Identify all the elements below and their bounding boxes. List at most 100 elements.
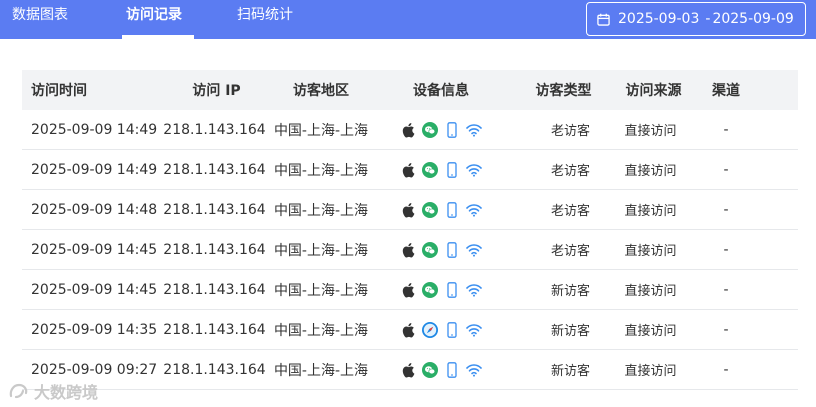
table-row: 2025-09-09 09:27 218.1.143.164 中国-上海-上海 新访客… bbox=[22, 350, 798, 390]
cell-visit-source: 直接访问 bbox=[624, 204, 677, 219]
table-row: 2025-09-09 14:49 218.1.143.164 中国-上海-上海 老访客… bbox=[22, 150, 798, 190]
header-visit-time: 访问时间 bbox=[31, 83, 87, 99]
tab-scan-stats[interactable]: 扫码统计 bbox=[237, 0, 293, 39]
wifi-icon bbox=[466, 242, 482, 258]
table-row: 2025-09-09 14:35 218.1.143.164 中国-上海-上海 新访客… bbox=[22, 310, 798, 350]
cell-visit-ip: 218.1.143.164 bbox=[163, 281, 266, 298]
cell-channel: - bbox=[723, 361, 729, 378]
phone-icon bbox=[444, 241, 460, 258]
active-tab-indicator bbox=[122, 35, 194, 39]
cell-device-info bbox=[374, 361, 508, 378]
cell-device-info bbox=[374, 161, 508, 178]
cell-visit-source: 直接访问 bbox=[624, 124, 677, 139]
phone-icon bbox=[444, 121, 460, 138]
cell-visit-time: 2025-09-09 14:35 bbox=[31, 321, 158, 338]
cell-visit-ip: 218.1.143.164 bbox=[163, 241, 266, 258]
phone-icon bbox=[444, 361, 460, 378]
wifi-icon bbox=[466, 282, 482, 298]
wifi-icon bbox=[466, 162, 482, 178]
cell-device-info bbox=[374, 281, 508, 298]
cell-visit-ip: 218.1.143.164 bbox=[163, 201, 266, 218]
cell-visitor-type: 老访客 bbox=[550, 244, 590, 259]
table-row: 2025-09-09 14:49 218.1.143.164 中国-上海-上海 老访客… bbox=[22, 110, 798, 150]
cell-visitor-type: 新访客 bbox=[550, 364, 590, 379]
cell-visit-time: 2025-09-09 14:45 bbox=[31, 241, 158, 258]
apple-icon bbox=[400, 322, 416, 338]
wifi-icon bbox=[466, 122, 482, 138]
header-visitor-region: 访客地区 bbox=[293, 83, 349, 99]
apple-icon bbox=[400, 202, 416, 218]
cell-visitor-type: 新访客 bbox=[550, 284, 590, 299]
phone-icon bbox=[444, 201, 460, 218]
date-range-separator: - bbox=[705, 11, 711, 27]
wechat-icon bbox=[422, 201, 438, 218]
watermark: 大数跨境 bbox=[8, 380, 98, 402]
tab-data-charts[interactable]: 数据图表 bbox=[12, 0, 68, 39]
table-row: 2025-09-09 14:48 218.1.143.164 中国-上海-上海 老访客… bbox=[22, 190, 798, 230]
cell-visit-source: 直接访问 bbox=[624, 284, 677, 299]
top-nav-bar: 数据图表 访问记录 扫码统计 2025-09-03 - 2025-09-09 bbox=[0, 0, 816, 39]
cell-visit-source: 直接访问 bbox=[624, 164, 677, 179]
tab-visit-records[interactable]: 访问记录 bbox=[126, 0, 182, 39]
cell-visit-ip: 218.1.143.164 bbox=[163, 321, 266, 338]
wifi-icon bbox=[466, 202, 482, 218]
cell-visit-source: 直接访问 bbox=[624, 364, 677, 379]
visit-records-table: 访问时间 访问 IP 访客地区 设备信息 访客类型 访问来源 渠道 2025-0… bbox=[22, 70, 798, 390]
cell-device-info bbox=[374, 241, 508, 258]
table-row: 2025-09-09 14:45 218.1.143.164 中国-上海-上海 新访客… bbox=[22, 270, 798, 310]
cell-channel: - bbox=[723, 161, 729, 178]
cell-device-info bbox=[374, 201, 508, 218]
header-device-info: 设备信息 bbox=[413, 83, 469, 99]
cell-visit-ip: 218.1.143.164 bbox=[163, 161, 266, 178]
cell-visit-source: 直接访问 bbox=[624, 324, 677, 339]
apple-icon bbox=[400, 122, 416, 138]
table-row: 2025-09-09 14:45 218.1.143.164 中国-上海-上海 老访客… bbox=[22, 230, 798, 270]
date-range-start: 2025-09-03 bbox=[618, 11, 700, 27]
apple-icon bbox=[400, 282, 416, 298]
cell-device-info bbox=[374, 121, 508, 138]
date-range-picker[interactable]: 2025-09-03 - 2025-09-09 bbox=[586, 2, 806, 36]
cell-visit-ip: 218.1.143.164 bbox=[163, 121, 266, 138]
apple-icon bbox=[400, 362, 416, 378]
table-header: 访问时间 访问 IP 访客地区 设备信息 访客类型 访问来源 渠道 bbox=[22, 70, 798, 110]
cell-channel: - bbox=[723, 201, 729, 218]
wechat-icon bbox=[422, 121, 438, 138]
cell-channel: - bbox=[723, 121, 729, 138]
wechat-icon bbox=[422, 361, 438, 378]
cell-visit-time: 2025-09-09 14:48 bbox=[31, 201, 158, 218]
cell-visit-time: 2025-09-09 14:49 bbox=[31, 121, 158, 138]
cell-visit-time: 2025-09-09 09:27 bbox=[31, 361, 158, 378]
cell-channel: - bbox=[723, 281, 729, 298]
cell-visitor-region: 中国-上海-上海 bbox=[273, 242, 369, 259]
cell-channel: - bbox=[723, 321, 729, 338]
cell-visit-time: 2025-09-09 14:45 bbox=[31, 281, 158, 298]
cell-channel: - bbox=[723, 241, 729, 258]
cell-visitor-region: 中国-上海-上海 bbox=[273, 282, 369, 299]
cell-visitor-region: 中国-上海-上海 bbox=[273, 122, 369, 139]
header-channel: 渠道 bbox=[712, 83, 740, 99]
cell-visitor-region: 中国-上海-上海 bbox=[273, 202, 369, 219]
watermark-logo-icon bbox=[9, 383, 28, 399]
cell-visitor-type: 老访客 bbox=[550, 164, 590, 179]
cell-visitor-region: 中国-上海-上海 bbox=[273, 162, 369, 179]
wechat-icon bbox=[422, 281, 438, 298]
wifi-icon bbox=[466, 362, 482, 378]
cell-visitor-region: 中国-上海-上海 bbox=[273, 362, 369, 379]
cell-visit-ip: 218.1.143.164 bbox=[163, 361, 266, 378]
header-visit-source: 访问来源 bbox=[625, 83, 682, 99]
wifi-icon bbox=[466, 322, 482, 338]
watermark-text: 大数跨境 bbox=[34, 383, 99, 402]
table-body: 2025-09-09 14:49 218.1.143.164 中国-上海-上海 老访客… bbox=[22, 110, 798, 390]
cell-visit-source: 直接访问 bbox=[624, 244, 677, 259]
cell-device-info bbox=[374, 321, 508, 338]
cell-visitor-region: 中国-上海-上海 bbox=[273, 322, 369, 339]
date-range-end: 2025-09-09 bbox=[712, 11, 794, 27]
phone-icon bbox=[444, 281, 460, 298]
wechat-icon bbox=[422, 161, 438, 178]
cell-visitor-type: 老访客 bbox=[550, 124, 590, 139]
apple-icon bbox=[400, 162, 416, 178]
apple-icon bbox=[400, 242, 416, 258]
header-visitor-type: 访客类型 bbox=[535, 83, 592, 99]
phone-icon bbox=[444, 321, 460, 338]
phone-icon bbox=[444, 161, 460, 178]
